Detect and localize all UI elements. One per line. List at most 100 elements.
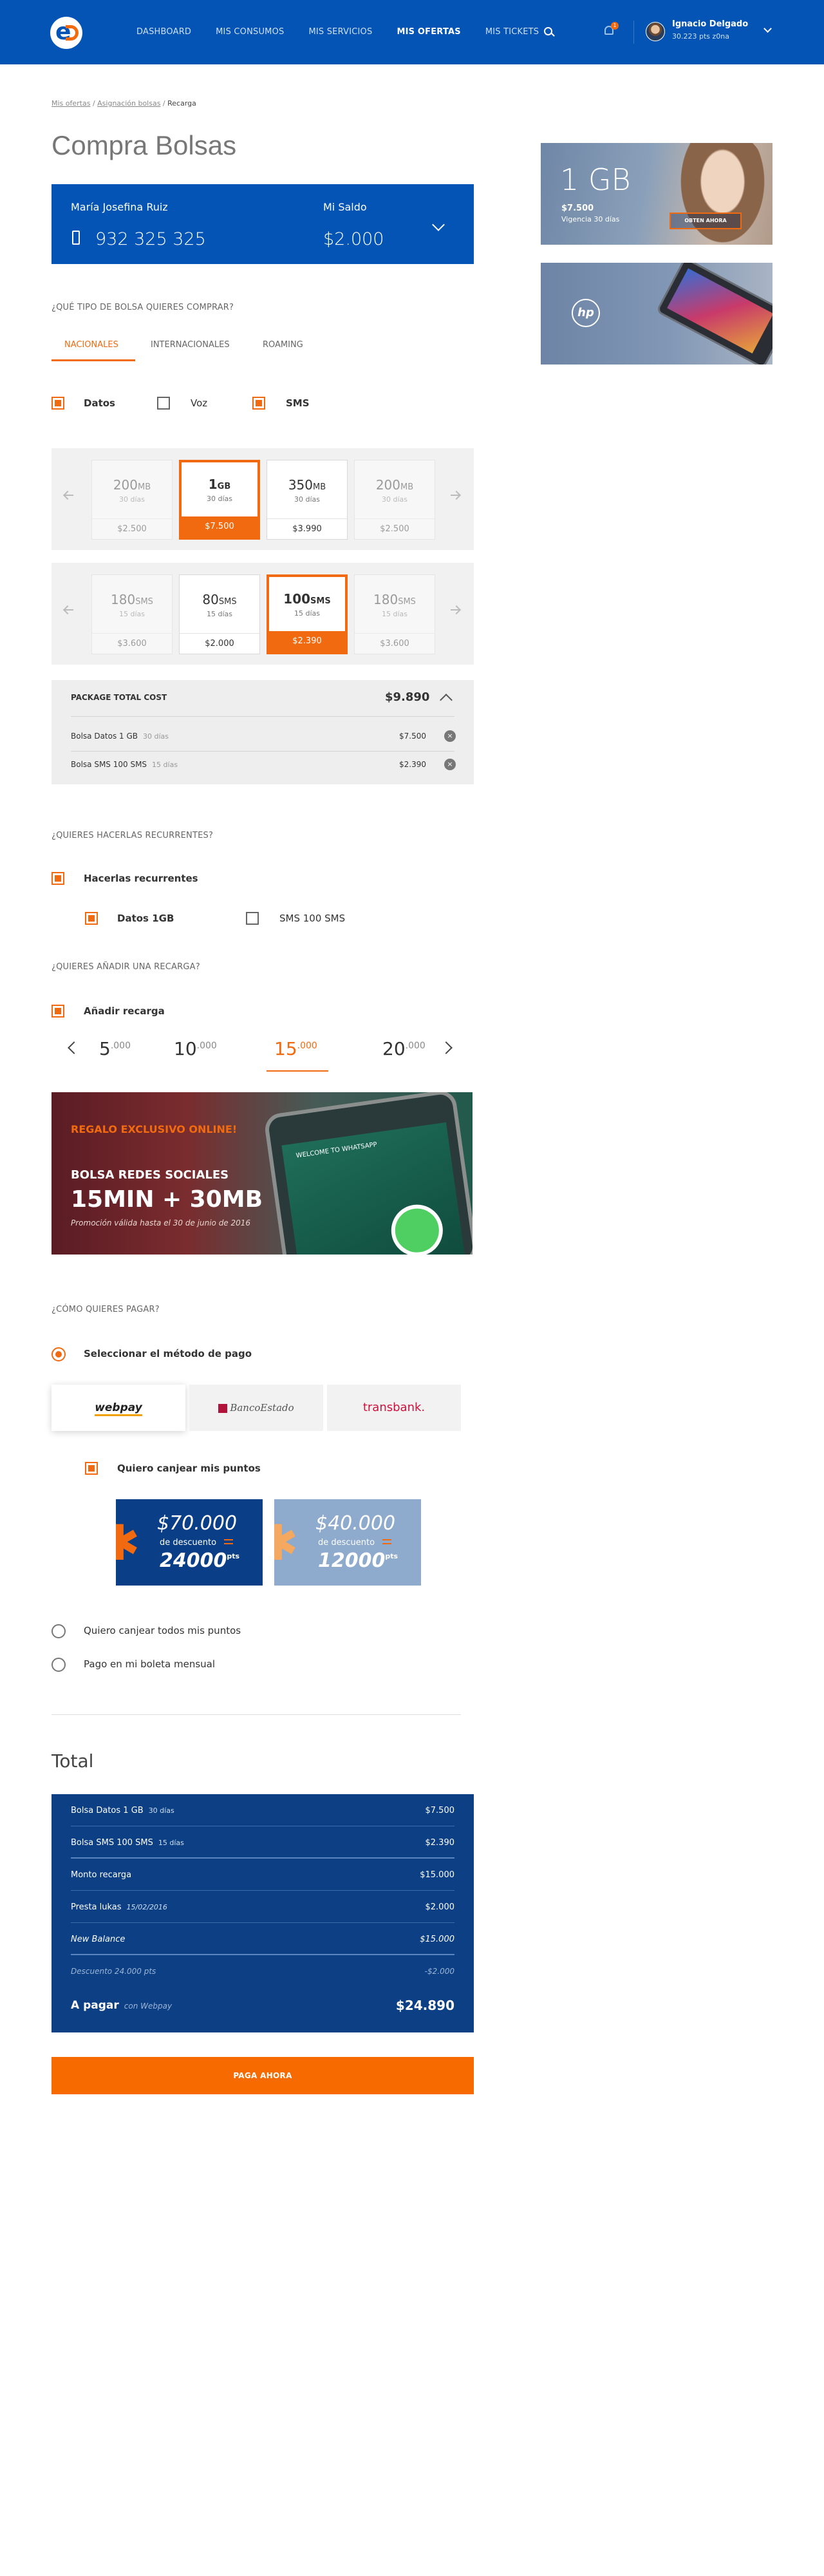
recharge-amount[interactable]: 5.000 bbox=[99, 1038, 131, 1059]
payment-method-transbank[interactable]: transbank. bbox=[327, 1385, 461, 1431]
checkbox-sms[interactable] bbox=[252, 397, 265, 410]
ad-banner-hp[interactable]: hp bbox=[541, 263, 772, 365]
chevron-down-icon[interactable] bbox=[763, 24, 772, 33]
chevron-down-icon[interactable] bbox=[432, 218, 445, 231]
checkbox-datos[interactable] bbox=[52, 397, 64, 410]
data-plan-card[interactable]: 200MB 30 días $2.500 bbox=[91, 460, 173, 540]
nav-mis-ofertas[interactable]: MIS OFERTAS bbox=[397, 27, 460, 37]
account-card[interactable]: María Josefina Ruiz 932 325 325 Mi Saldo… bbox=[52, 184, 474, 264]
recharge-amount-selected[interactable]: 15.000 bbox=[274, 1038, 317, 1059]
total-row: Bolsa SMS 100 SMS 15 días $2.390 bbox=[71, 1826, 454, 1859]
recharge-amount[interactable]: 10.000 bbox=[174, 1038, 217, 1059]
main-nav: DASHBOARD MIS CONSUMOS MIS SERVICIOS MIS… bbox=[136, 27, 563, 37]
breadcrumb-mis-ofertas[interactable]: Mis ofertas bbox=[52, 99, 90, 108]
checkbox-recurrent[interactable] bbox=[52, 872, 64, 885]
radio-all-points[interactable] bbox=[52, 1624, 66, 1638]
sms-plan-card[interactable]: 180SMS 15 días $3.600 bbox=[354, 574, 435, 654]
radio-select-method[interactable] bbox=[52, 1347, 66, 1361]
remove-icon[interactable]: × bbox=[444, 730, 456, 742]
package-summary: PACKAGE TOTAL COST $9.890 Bolsa Datos 1 … bbox=[52, 680, 474, 784]
promo-banner[interactable]: WELCOME TO WHATSAPP REGALO EXCLUSIVO ONL… bbox=[52, 1092, 473, 1255]
smartphone-illustration bbox=[655, 263, 772, 365]
data-plan-card-selected[interactable]: 1GB 30 días $7.500 bbox=[179, 460, 260, 540]
remove-icon[interactable]: × bbox=[444, 759, 456, 770]
plan-amount: 200MB bbox=[113, 477, 151, 493]
sms-plan-card[interactable]: 80SMS 15 días $2.000 bbox=[179, 574, 260, 654]
sms-plan-card[interactable]: 180SMS 15 días $3.600 bbox=[91, 574, 173, 654]
package-item: Bolsa Datos 1 GB 30 días $7.500 × bbox=[71, 730, 456, 744]
ad-headline: 1 GB bbox=[560, 162, 631, 197]
data-plan-card[interactable]: 350MB 30 días $3.990 bbox=[267, 460, 348, 540]
points-offer-value: $40.000 bbox=[315, 1512, 396, 1535]
account-phone: 932 325 325 bbox=[95, 229, 206, 249]
asterisk-icon: ✱ bbox=[116, 1514, 140, 1571]
plan-duration: 15 días bbox=[381, 610, 407, 618]
arrow-right-icon[interactable] bbox=[451, 609, 460, 611]
header-divider bbox=[633, 21, 634, 44]
checkbox-recharge[interactable] bbox=[52, 1005, 64, 1018]
nav-mis-servicios[interactable]: MIS SERVICIOS bbox=[308, 27, 372, 37]
points-offer-desc: de descuento bbox=[318, 1538, 375, 1548]
payment-method-webpay[interactable]: webpay bbox=[52, 1385, 185, 1431]
checkbox-recurrent-sms[interactable] bbox=[246, 912, 259, 925]
tab-roaming[interactable]: ROAMING bbox=[263, 340, 303, 350]
promo-note: Promoción válida hasta el 30 de junio de… bbox=[71, 1218, 251, 1227]
entel-logo[interactable]: e bbox=[50, 17, 82, 49]
recharge-question: ¿QUIERES AÑADIR UNA RECARGA? bbox=[52, 962, 200, 972]
sms-plan-card-selected[interactable]: 100SMS 15 días $2.390 bbox=[267, 574, 348, 654]
data-plan-card[interactable]: 200MB 30 días $2.500 bbox=[354, 460, 435, 540]
tab-nacionales[interactable]: NACIONALES bbox=[64, 340, 118, 350]
total-title: Total bbox=[52, 1750, 94, 1772]
checkbox-points-label: Quiero canjear mis puntos bbox=[117, 1463, 261, 1474]
hp-logo: hp bbox=[572, 299, 600, 327]
tab-internacionales[interactable]: INTERNACIONALES bbox=[151, 340, 230, 350]
pay-now-button[interactable]: PAGA AHORA bbox=[52, 2057, 474, 2094]
arrow-left-icon[interactable] bbox=[64, 609, 73, 611]
recharge-amount[interactable]: 20.000 bbox=[382, 1038, 426, 1059]
package-item-price: $2.390 bbox=[399, 760, 426, 769]
recharge-amounts: 5.000 10.000 15.000 20.000 bbox=[52, 1028, 474, 1074]
arrow-right-icon[interactable] bbox=[451, 495, 460, 496]
checkbox-recharge-label: Añadir recarga bbox=[84, 1005, 165, 1017]
plan-duration: 30 días bbox=[206, 495, 232, 503]
checkbox-recurrent-label: Hacerlas recurrentes bbox=[84, 873, 198, 884]
total-row: Bolsa Datos 1 GB 30 días $7.500 bbox=[71, 1794, 454, 1826]
plan-price: $3.600 bbox=[355, 633, 435, 654]
avatar[interactable] bbox=[646, 22, 665, 41]
payment-method-bancoestado[interactable]: BancoEstado bbox=[189, 1385, 323, 1431]
checkbox-voz[interactable] bbox=[157, 397, 170, 410]
asterisk-icon: ✱ bbox=[274, 1514, 299, 1571]
plan-price: $2.500 bbox=[355, 518, 435, 539]
phone-illustration: WELCOME TO WHATSAPP bbox=[263, 1092, 473, 1255]
woman-photo bbox=[670, 143, 766, 245]
chevron-left-icon[interactable] bbox=[68, 1041, 80, 1054]
nav-dashboard[interactable]: DASHBOARD bbox=[136, 27, 191, 37]
bell-icon[interactable]: 1 bbox=[603, 22, 619, 37]
mobile-phone-icon bbox=[72, 231, 80, 245]
search-icon[interactable] bbox=[544, 27, 552, 35]
chevron-up-icon[interactable] bbox=[440, 694, 453, 706]
plan-duration: 15 días bbox=[118, 610, 145, 618]
arrow-left-icon[interactable] bbox=[64, 495, 73, 496]
nav-mis-consumos[interactable]: MIS CONSUMOS bbox=[216, 27, 284, 37]
points-offer-card[interactable]: ✱ $70.000 de descuento 24000pts bbox=[116, 1499, 263, 1586]
plan-amount: 180SMS bbox=[373, 592, 416, 607]
balance-value: $2.000 bbox=[323, 229, 384, 249]
plan-price: $3.600 bbox=[92, 633, 172, 654]
bag-type-tabs: NACIONALES INTERNACIONALES ROAMING bbox=[52, 335, 474, 362]
radio-monthly-bill[interactable] bbox=[52, 1658, 66, 1672]
chevron-right-icon[interactable] bbox=[440, 1041, 453, 1054]
breadcrumb: Mis ofertas / Asignación bolsas / Recarg… bbox=[52, 99, 196, 108]
checkbox-sms-label: SMS bbox=[286, 397, 310, 409]
breadcrumb-asignacion[interactable]: Asignación bolsas bbox=[97, 99, 160, 108]
nav-mis-tickets[interactable]: MIS TICKETS bbox=[485, 27, 539, 37]
notification-badge: 1 bbox=[611, 22, 619, 30]
checkbox-points[interactable] bbox=[85, 1462, 98, 1475]
plan-amount: 350MB bbox=[288, 477, 326, 493]
ad-banner-1gb[interactable]: 1 GB $7.500 Vigencia 30 días OBTEN AHORA bbox=[541, 143, 772, 245]
ad-cta-button[interactable]: OBTEN AHORA bbox=[670, 213, 742, 229]
checkbox-recurrent-sms-label: SMS 100 SMS bbox=[279, 913, 346, 924]
divider bbox=[52, 1714, 461, 1715]
checkbox-recurrent-datos[interactable] bbox=[85, 912, 98, 925]
points-offer-card[interactable]: ✱ $40.000 de descuento 12000pts bbox=[274, 1499, 421, 1586]
